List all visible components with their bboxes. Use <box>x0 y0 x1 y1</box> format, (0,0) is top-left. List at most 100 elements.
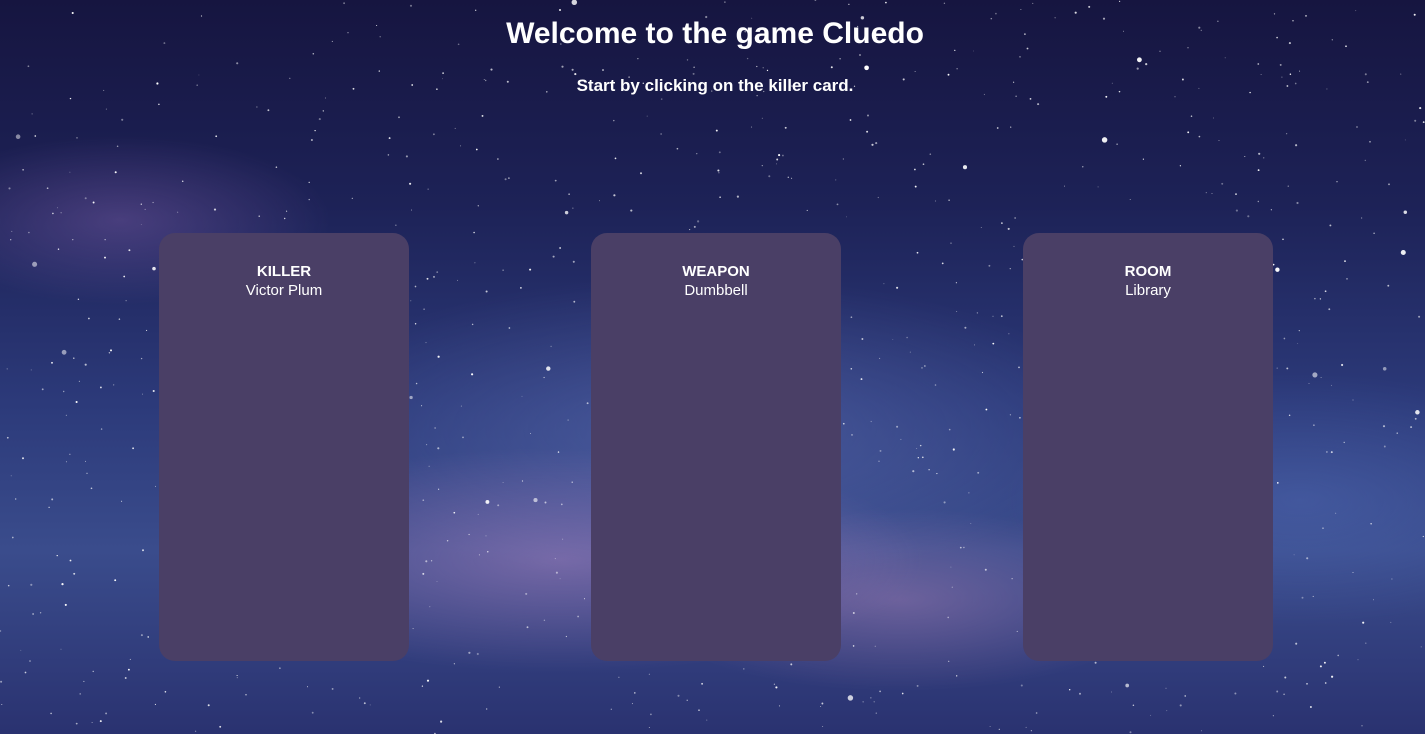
star <box>879 449 882 452</box>
star <box>1362 621 1365 624</box>
star <box>1319 665 1322 668</box>
star <box>1293 554 1295 556</box>
star <box>564 210 569 215</box>
star <box>861 338 864 340</box>
star <box>1383 445 1386 448</box>
star <box>543 376 545 379</box>
star <box>842 422 845 425</box>
star <box>27 65 30 68</box>
star <box>86 472 88 474</box>
star <box>776 163 777 165</box>
star <box>1244 155 1246 158</box>
star <box>1420 646 1422 648</box>
star <box>554 558 556 560</box>
star <box>821 702 824 705</box>
star <box>919 444 922 447</box>
star <box>1088 5 1091 8</box>
star <box>1201 730 1202 732</box>
star <box>852 612 855 614</box>
star <box>378 70 380 72</box>
star <box>308 198 310 201</box>
star <box>850 368 853 370</box>
star <box>558 8 562 12</box>
star <box>1187 131 1190 134</box>
star <box>152 266 156 271</box>
star <box>487 551 489 553</box>
star <box>693 66 695 68</box>
star <box>77 298 80 301</box>
star <box>31 113 33 115</box>
star <box>99 386 102 389</box>
star <box>814 0 817 2</box>
star <box>775 686 778 689</box>
star <box>1013 245 1015 247</box>
star <box>65 461 67 463</box>
star <box>610 708 612 710</box>
star <box>1125 683 1130 688</box>
star <box>820 705 822 708</box>
star <box>693 225 696 228</box>
star <box>236 677 238 679</box>
room-card[interactable]: ROOM Library <box>1023 233 1273 661</box>
star <box>859 54 861 56</box>
star <box>776 158 779 161</box>
star <box>648 727 650 728</box>
star <box>426 277 429 280</box>
star <box>1235 193 1237 195</box>
star <box>762 67 764 69</box>
star <box>1025 726 1027 728</box>
star <box>508 327 511 329</box>
star <box>32 613 34 615</box>
star <box>429 606 431 608</box>
star <box>207 704 210 707</box>
star <box>1343 441 1345 444</box>
star <box>916 448 918 450</box>
star <box>176 211 179 213</box>
star <box>1150 714 1152 716</box>
star <box>258 215 260 217</box>
star <box>835 179 837 181</box>
star <box>485 535 487 537</box>
star <box>1257 169 1260 172</box>
star <box>660 98 663 100</box>
star <box>284 217 286 220</box>
star <box>56 554 58 557</box>
star <box>1344 260 1346 262</box>
weapon-card-label: WEAPON <box>682 263 750 280</box>
star <box>388 137 391 140</box>
star <box>1198 135 1201 138</box>
star <box>1396 432 1398 434</box>
star <box>1306 683 1308 685</box>
star <box>1276 690 1279 693</box>
weapon-card[interactable]: WEAPON Dumbbell <box>591 233 841 661</box>
page-title: Welcome to the game Cluedo <box>506 17 924 50</box>
star <box>1111 691 1112 693</box>
star <box>118 318 121 320</box>
star <box>11 536 14 539</box>
star <box>959 546 962 549</box>
star <box>1312 372 1318 378</box>
star <box>948 660 950 662</box>
star <box>1190 115 1193 117</box>
star <box>618 676 620 678</box>
star <box>520 287 522 289</box>
star <box>1101 137 1108 143</box>
star <box>359 697 361 699</box>
star <box>1035 712 1038 714</box>
star <box>502 269 504 271</box>
star <box>830 66 833 69</box>
star <box>778 154 781 157</box>
star <box>912 470 915 473</box>
star <box>914 168 916 171</box>
room-card-label: ROOM <box>1124 263 1172 280</box>
star <box>1284 676 1287 679</box>
star <box>1352 572 1354 573</box>
star <box>140 224 142 225</box>
star <box>1263 157 1265 159</box>
star <box>428 465 430 467</box>
star <box>436 271 439 273</box>
star <box>1142 158 1145 160</box>
star <box>746 57 749 60</box>
killer-card[interactable]: KILLER Victor Plum <box>159 233 409 661</box>
star <box>497 504 500 507</box>
